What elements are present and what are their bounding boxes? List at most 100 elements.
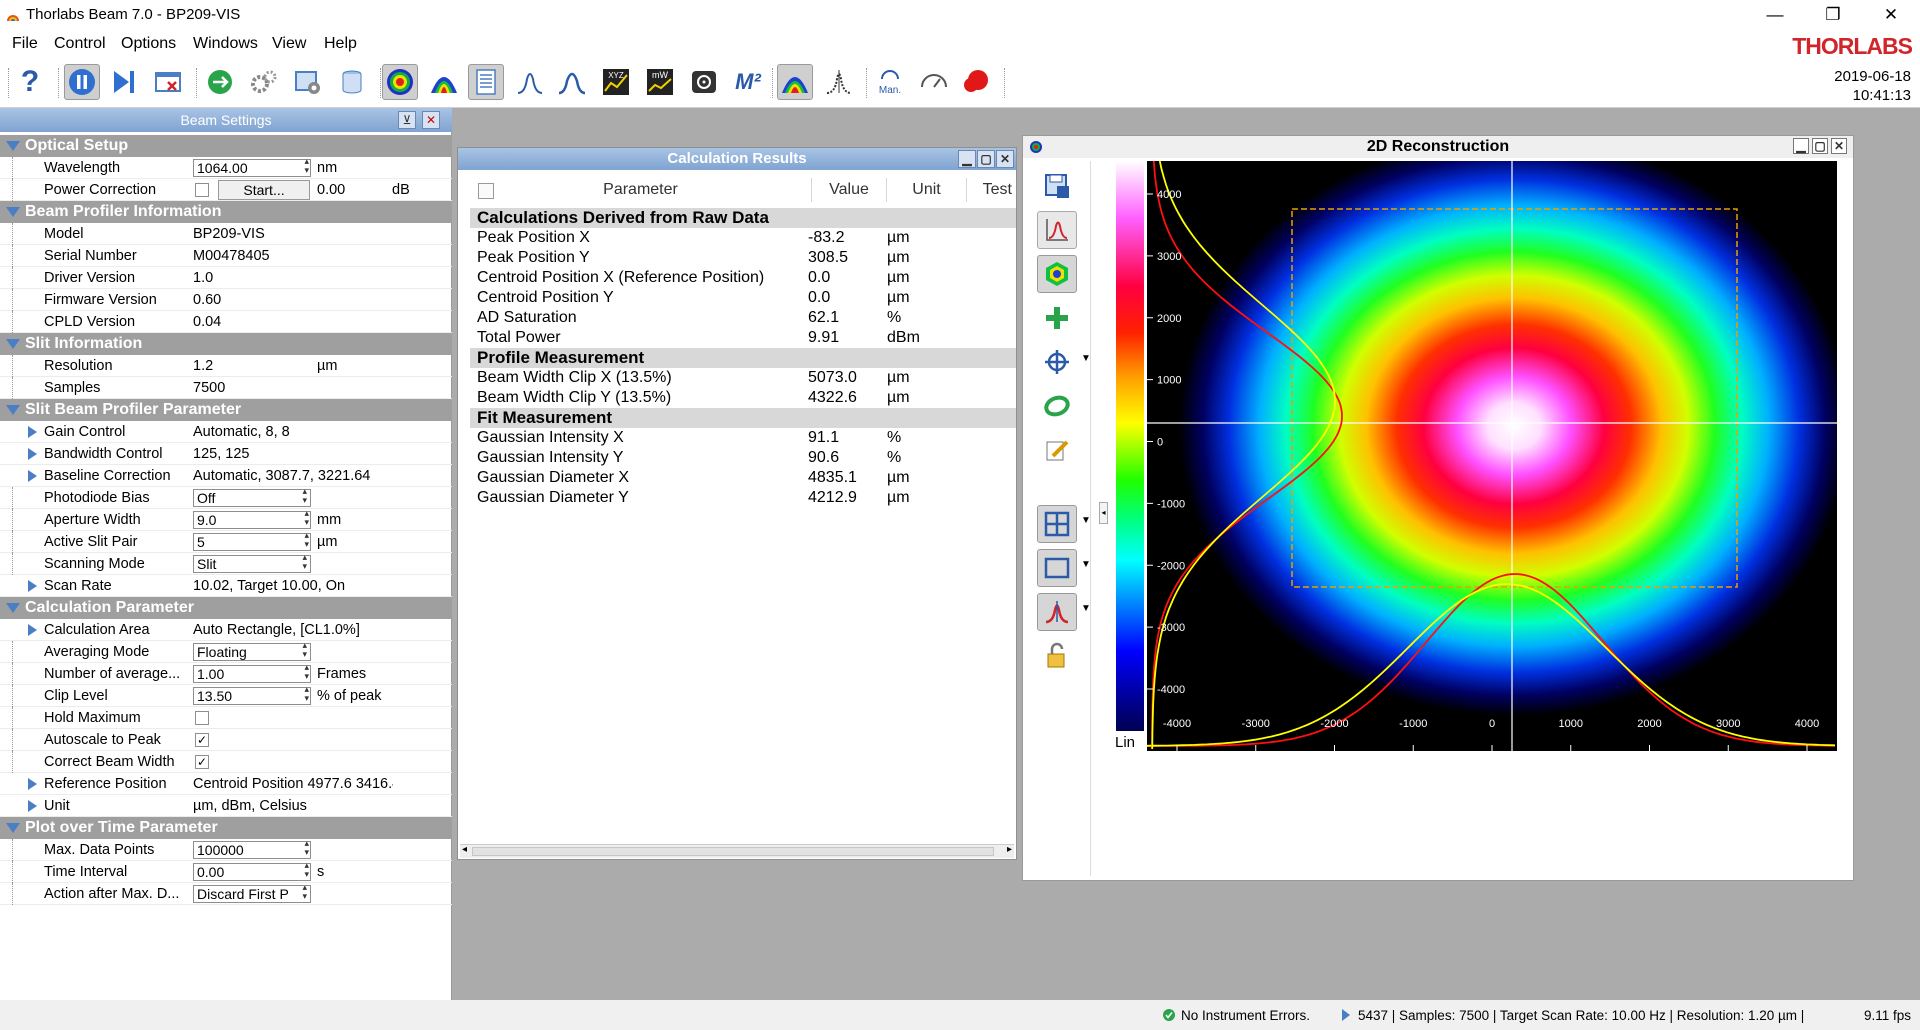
help-button[interactable]: ? bbox=[12, 64, 48, 100]
menu-options[interactable]: Options bbox=[121, 35, 176, 53]
single-shot-button[interactable] bbox=[106, 64, 142, 100]
table-row: Total Power 9.91 dBm bbox=[470, 328, 1004, 348]
menu-control[interactable]: Control bbox=[54, 35, 106, 53]
section-optical-setup[interactable]: Optical Setup bbox=[0, 135, 452, 157]
grid-dropdown-icon[interactable]: ▼ bbox=[1081, 515, 1091, 526]
section-slit-param[interactable]: Slit Beam Profiler Parameter bbox=[0, 399, 452, 421]
ellipse-button[interactable] bbox=[1037, 387, 1077, 425]
wavelength-input[interactable]: 1064.00 bbox=[193, 157, 311, 177]
clip-level-input[interactable]: 13.50 bbox=[193, 685, 311, 705]
slit-pair-unit: µm bbox=[317, 534, 338, 550]
close-panel-button[interactable]: ✕ bbox=[422, 111, 440, 129]
area-dropdown-icon[interactable]: ▼ bbox=[1081, 559, 1091, 570]
pause-button[interactable] bbox=[64, 64, 100, 100]
bias-select[interactable]: Off bbox=[193, 487, 311, 507]
ref-position-row[interactable]: Reference Position Centroid Position 4977… bbox=[0, 773, 452, 795]
add-marker-button[interactable] bbox=[1037, 299, 1077, 337]
gain-row[interactable]: Gain Control Automatic, 8, 8 bbox=[0, 421, 452, 443]
section-profiler-info[interactable]: Beam Profiler Information bbox=[0, 201, 452, 223]
scan-mode-select[interactable]: Slit bbox=[193, 553, 311, 573]
param-value: 0.0 bbox=[808, 269, 831, 286]
power-start-button[interactable]: Start... bbox=[218, 180, 310, 200]
recon-minimize-button[interactable]: ▁ bbox=[1793, 138, 1809, 154]
m2-button[interactable]: M² bbox=[730, 64, 766, 100]
col-test[interactable]: Test bbox=[967, 178, 1016, 202]
scan-rate-row[interactable]: Scan Rate 10.02, Target 10.00, On bbox=[0, 575, 452, 597]
param-value: 4322.6 bbox=[808, 389, 857, 406]
recon-close-button[interactable]: ✕ bbox=[1831, 138, 1847, 154]
close-button[interactable]: ✕ bbox=[1862, 0, 1920, 30]
calc-area-button[interactable] bbox=[1037, 549, 1077, 587]
speedometer-button[interactable] bbox=[916, 64, 952, 100]
horizontal-scrollbar[interactable]: ◂ ▸ bbox=[460, 844, 1014, 858]
reconstruction-plot[interactable]: -4000 -3000 -2000 -1000 0 1000 2000 3000 4000 400… bbox=[1147, 161, 1837, 751]
connect-button[interactable] bbox=[202, 64, 238, 100]
save-settings-button[interactable] bbox=[334, 64, 370, 100]
crosshair-button[interactable] bbox=[1037, 343, 1077, 381]
section-calc-param[interactable]: Calculation Parameter bbox=[0, 597, 452, 619]
correct-width-checkbox[interactable]: ✓ bbox=[195, 755, 209, 769]
color-scale-button[interactable] bbox=[1037, 255, 1077, 293]
col-unit[interactable]: Unit bbox=[887, 178, 967, 202]
position-button[interactable] bbox=[686, 64, 722, 100]
fit-curve-button[interactable] bbox=[1037, 593, 1077, 631]
view-2d-button[interactable] bbox=[382, 64, 418, 100]
aperture-input[interactable]: 9.0 bbox=[193, 509, 311, 529]
xyz-button[interactable]: XYZ bbox=[598, 64, 634, 100]
menu-help[interactable]: Help bbox=[324, 35, 357, 53]
profile-overlay-icon bbox=[1046, 219, 1068, 241]
power-correction-label: Power Correction bbox=[44, 182, 157, 198]
minimize-button[interactable]: — bbox=[1746, 0, 1804, 30]
camera-target-icon bbox=[692, 71, 716, 93]
gauss-fit-button[interactable] bbox=[821, 64, 857, 100]
calc-maximize-button[interactable]: ▢ bbox=[977, 150, 995, 168]
action-select[interactable]: Discard First P bbox=[193, 885, 311, 903]
hold-max-checkbox[interactable] bbox=[195, 711, 209, 725]
profile-overlay-button[interactable] bbox=[1037, 211, 1077, 249]
time-interval-input[interactable]: 0.00 bbox=[193, 861, 311, 881]
device-settings-button[interactable] bbox=[290, 64, 326, 100]
fit-dropdown-icon[interactable]: ▼ bbox=[1081, 603, 1091, 614]
avg-count-input[interactable]: 1.00 bbox=[193, 663, 311, 683]
view-3d-button[interactable] bbox=[426, 64, 462, 100]
clear-button[interactable] bbox=[150, 64, 186, 100]
pin-panel-button[interactable]: ⊻ bbox=[398, 111, 416, 129]
menu-view[interactable]: View bbox=[272, 35, 306, 53]
avg-mode-select[interactable]: Floating bbox=[193, 641, 311, 661]
calc-close-button[interactable]: ✕ bbox=[996, 150, 1014, 168]
section-plot-param[interactable]: Plot over Time Parameter bbox=[0, 817, 452, 839]
grid-button[interactable] bbox=[1037, 505, 1077, 543]
view-3d-alt-button[interactable] bbox=[777, 64, 813, 100]
section-slit-info[interactable]: Slit Information bbox=[0, 333, 452, 355]
profile-y-button[interactable] bbox=[554, 64, 590, 100]
power-button[interactable]: mW bbox=[642, 64, 678, 100]
menu-windows[interactable]: Windows bbox=[193, 35, 258, 53]
calc-minimize-button[interactable]: ▁ bbox=[958, 150, 976, 168]
menu-file[interactable]: File bbox=[12, 35, 38, 53]
crosshair-dropdown-icon[interactable]: ▼ bbox=[1081, 353, 1091, 364]
lock-button[interactable] bbox=[1037, 637, 1077, 675]
save-image-button[interactable] bbox=[1037, 167, 1077, 205]
color-scale-bar bbox=[1116, 161, 1144, 731]
power-correction-checkbox[interactable] bbox=[195, 183, 209, 197]
settings-button[interactable] bbox=[246, 64, 282, 100]
col-value[interactable]: Value bbox=[812, 178, 887, 202]
baseline-row[interactable]: Baseline Correction Automatic, 3087.7, 32… bbox=[0, 465, 452, 487]
col-parameter[interactable]: Parameter bbox=[470, 178, 812, 202]
bandwidth-row[interactable]: Bandwidth Control 125, 125 bbox=[0, 443, 452, 465]
record-button[interactable] bbox=[958, 64, 994, 100]
autoscale-label: Autoscale to Peak bbox=[44, 732, 161, 748]
autoscale-checkbox[interactable]: ✓ bbox=[195, 733, 209, 747]
slit-pair-input[interactable]: 5 bbox=[193, 531, 311, 551]
recon-maximize-button[interactable]: ▢ bbox=[1812, 138, 1828, 154]
edit-button[interactable] bbox=[1037, 431, 1077, 469]
max-points-input[interactable]: 100000 bbox=[193, 839, 311, 859]
unit-row[interactable]: Unit µm, dBm, Celsius bbox=[0, 795, 452, 817]
collapse-tools-button[interactable]: ◂ bbox=[1099, 502, 1108, 524]
restore-button[interactable]: ❐ bbox=[1804, 0, 1862, 30]
calc-area-row[interactable]: Calculation Area Auto Rectangle, [CL1.0%] bbox=[0, 619, 452, 641]
manual-button[interactable]: Man. bbox=[872, 64, 908, 100]
calc-results-button[interactable] bbox=[468, 64, 504, 100]
profile-x-button[interactable] bbox=[512, 64, 548, 100]
window-title: Thorlabs Beam 7.0 - BP209-VIS bbox=[26, 6, 241, 23]
